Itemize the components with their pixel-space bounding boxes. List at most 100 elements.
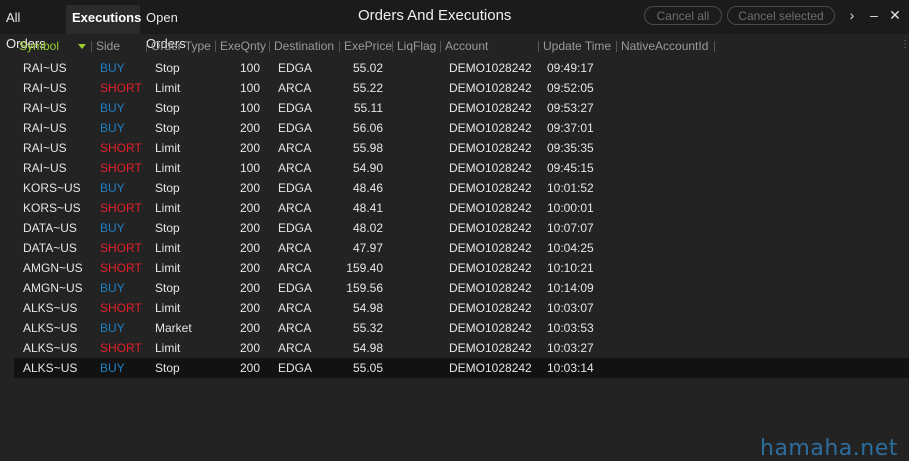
tab-all-orders[interactable]: All Orders <box>0 5 66 51</box>
cell-update-time: 10:14:09 <box>547 281 594 295</box>
cell-side: SHORT <box>100 161 142 175</box>
minimize-icon[interactable]: – <box>865 6 883 24</box>
table-row[interactable]: KORS~US SHORT Limit 200 ARCA 48.41 DEMO1028242… <box>0 198 909 218</box>
cell-destination: ARCA <box>278 241 312 255</box>
table-row[interactable]: RAI~US SHORT Limit 200 ARCA 55.98 DEMO1028242 0… <box>0 138 909 158</box>
column-header-exe-qnty[interactable]: ExeQnty <box>220 37 266 55</box>
column-header-side[interactable]: Side <box>96 37 120 55</box>
column-header-liq-flag[interactable]: LiqFlag <box>397 37 436 55</box>
cell-account: DEMO1028242 <box>449 301 532 315</box>
cell-order-type: Market <box>155 321 192 335</box>
table-row[interactable]: ALKS~US SHORT Limit 200 ARCA 54.98 DEMO1028242… <box>0 338 909 358</box>
table-row[interactable]: AMGN~US SHORT Limit 200 ARCA 159.40 DEMO102824… <box>0 258 909 278</box>
cell-symbol: RAI~US <box>23 141 67 155</box>
cell-symbol: DATA~US <box>23 241 77 255</box>
cell-destination: ARCA <box>278 261 312 275</box>
table-row[interactable]: ALKS~US BUY Stop 200 EDGA 55.05 DEMO1028242 10:… <box>0 358 909 378</box>
table-row[interactable]: RAI~US BUY Stop 100 EDGA 55.02 DEMO1028242 09:4… <box>0 58 909 78</box>
column-menu-grip-icon[interactable]: ⋮ <box>900 39 909 51</box>
cell-symbol: ALKS~US <box>23 301 78 315</box>
cell-account: DEMO1028242 <box>449 61 532 75</box>
cell-order-type: Limit <box>155 141 181 155</box>
table-row[interactable]: RAI~US BUY Stop 200 EDGA 56.06 DEMO1028242 09:3… <box>0 118 909 138</box>
cell-native-account-id <box>625 318 715 338</box>
cell-exe-qnty: 200 <box>239 361 260 375</box>
cell-liq-flag <box>397 158 437 178</box>
chevron-right-icon[interactable]: › <box>843 6 861 24</box>
cell-symbol: RAI~US <box>23 101 67 115</box>
cell-order-type: Limit <box>155 301 181 315</box>
table-row[interactable]: DATA~US BUY Stop 200 EDGA 48.02 DEMO1028242 10:… <box>0 218 909 238</box>
column-divider[interactable] <box>339 41 340 52</box>
cell-order-type: Stop <box>155 361 180 375</box>
column-divider[interactable] <box>91 41 92 52</box>
cell-exe-price: 55.11 <box>353 101 383 115</box>
cell-native-account-id <box>625 118 715 138</box>
close-icon[interactable]: ✕ <box>886 6 904 24</box>
cell-symbol: RAI~US <box>23 121 67 135</box>
table-row[interactable]: ALKS~US BUY Market 200 ARCA 55.32 DEMO1028242 1… <box>0 318 909 338</box>
cell-order-type: Limit <box>155 201 181 215</box>
cell-liq-flag <box>397 58 437 78</box>
cell-exe-qnty: 200 <box>239 281 260 295</box>
cell-order-type: Stop <box>155 121 180 135</box>
cell-symbol: RAI~US <box>23 61 67 75</box>
cell-symbol: ALKS~US <box>23 341 78 355</box>
table-row[interactable]: AMGN~US BUY Stop 200 EDGA 159.56 DEMO1028242 10… <box>0 278 909 298</box>
column-divider[interactable] <box>440 41 441 52</box>
cell-exe-price: 159.40 <box>346 261 383 275</box>
column-header-account[interactable]: Account <box>445 37 488 55</box>
column-divider[interactable] <box>714 41 715 52</box>
cell-liq-flag <box>397 78 437 98</box>
cell-side: BUY <box>100 121 125 135</box>
table-row[interactable]: KORS~US BUY Stop 200 EDGA 48.46 DEMO1028242 10:… <box>0 178 909 198</box>
cell-symbol: KORS~US <box>23 181 81 195</box>
table-row[interactable]: ALKS~US SHORT Limit 200 ARCA 54.98 DEMO1028242… <box>0 298 909 318</box>
table-row[interactable]: RAI~US SHORT Limit 100 ARCA 54.90 DEMO1028242 0… <box>0 158 909 178</box>
cell-destination: ARCA <box>278 141 312 155</box>
executions-table: RAI~US BUY Stop 100 EDGA 55.02 DEMO1028242 09:4… <box>0 58 909 378</box>
cell-account: DEMO1028242 <box>449 221 532 235</box>
column-divider[interactable] <box>538 41 539 52</box>
cell-destination: EDGA <box>278 281 313 295</box>
cell-liq-flag <box>397 338 437 358</box>
cell-exe-price: 54.90 <box>352 161 383 175</box>
column-header-symbol[interactable]: Symbol <box>19 37 59 55</box>
column-divider[interactable] <box>392 41 393 52</box>
column-header-destination[interactable]: Destination <box>274 37 334 55</box>
cell-destination: EDGA <box>278 361 313 375</box>
cancel-selected-button[interactable]: Cancel selected <box>727 6 835 25</box>
tab-executions[interactable]: Executions <box>66 5 141 34</box>
table-row[interactable]: RAI~US SHORT Limit 100 ARCA 55.22 DEMO1028242 0… <box>0 78 909 98</box>
tab-open-orders[interactable]: Open Orders <box>140 5 224 51</box>
cell-liq-flag <box>397 298 437 318</box>
table-row[interactable]: RAI~US BUY Stop 100 EDGA 55.11 DEMO1028242 09:5… <box>0 98 909 118</box>
column-header-exe-price[interactable]: ExePrice <box>344 37 392 55</box>
cell-liq-flag <box>397 178 437 198</box>
column-divider[interactable] <box>215 41 216 52</box>
cell-side: SHORT <box>100 261 142 275</box>
cell-exe-qnty: 200 <box>239 201 260 215</box>
cell-native-account-id <box>625 298 715 318</box>
column-divider[interactable] <box>616 41 617 52</box>
cell-destination: ARCA <box>278 201 312 215</box>
table-row[interactable]: DATA~US SHORT Limit 200 ARCA 47.97 DEMO1028242… <box>0 238 909 258</box>
cell-update-time: 09:53:27 <box>547 101 594 115</box>
cell-exe-price: 48.41 <box>352 201 383 215</box>
cell-account: DEMO1028242 <box>449 181 532 195</box>
cell-exe-price: 47.97 <box>352 241 383 255</box>
column-header-native-account-id[interactable]: NativeAccountId <box>621 37 708 55</box>
cell-side: BUY <box>100 321 125 335</box>
column-header-order-type[interactable]: Order Type <box>151 37 211 55</box>
cell-account: DEMO1028242 <box>449 341 532 355</box>
cell-destination: ARCA <box>278 81 312 95</box>
column-divider[interactable] <box>269 41 270 52</box>
cell-exe-qnty: 100 <box>239 161 260 175</box>
column-divider[interactable] <box>146 41 147 52</box>
cancel-all-button[interactable]: Cancel all <box>644 6 722 25</box>
cell-liq-flag <box>397 218 437 238</box>
cell-order-type: Stop <box>155 101 180 115</box>
cell-account: DEMO1028242 <box>449 121 532 135</box>
column-header-update-time[interactable]: Update Time <box>543 37 611 55</box>
cell-side: BUY <box>100 101 125 115</box>
